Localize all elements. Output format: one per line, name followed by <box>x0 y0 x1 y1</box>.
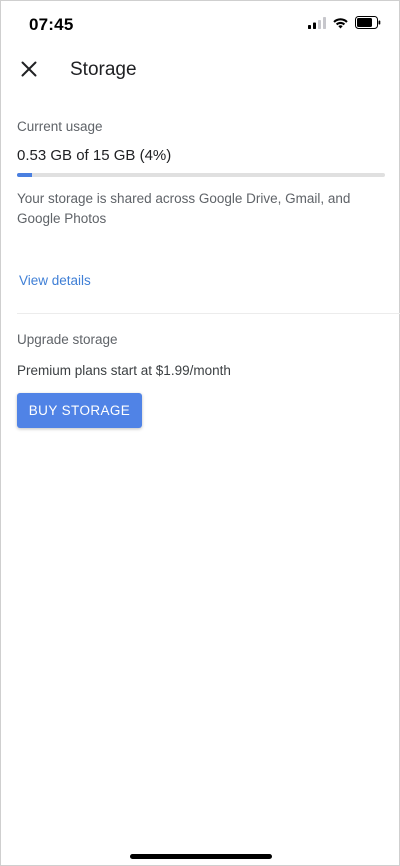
cellular-signal-icon <box>308 16 326 34</box>
screen-frame: 07:45 Storage Current usage 0.53 GB of 1… <box>0 0 400 866</box>
premium-plans-note: Premium plans start at $1.99/month <box>17 363 231 378</box>
wifi-icon <box>332 16 349 34</box>
buy-storage-button[interactable]: BUY STORAGE <box>17 393 142 428</box>
status-time: 07:45 <box>29 15 74 34</box>
storage-progress-fill <box>17 173 32 177</box>
usage-value: 0.53 GB of 15 GB (4%) <box>17 147 172 164</box>
page-title: Storage <box>70 59 137 80</box>
app-bar: Storage <box>1 47 400 95</box>
battery-icon <box>355 16 381 34</box>
upgrade-storage-label: Upgrade storage <box>17 332 118 347</box>
status-icons <box>308 16 381 34</box>
storage-shared-note: Your storage is shared across Google Dri… <box>17 191 351 226</box>
close-button[interactable] <box>15 57 43 85</box>
status-bar: 07:45 <box>1 1 400 47</box>
section-divider <box>17 313 400 314</box>
view-details-link[interactable]: View details <box>19 273 91 288</box>
close-icon <box>21 61 37 82</box>
current-usage-label: Current usage <box>17 119 103 134</box>
home-indicator[interactable] <box>130 854 272 859</box>
storage-progress-bar <box>17 173 385 177</box>
